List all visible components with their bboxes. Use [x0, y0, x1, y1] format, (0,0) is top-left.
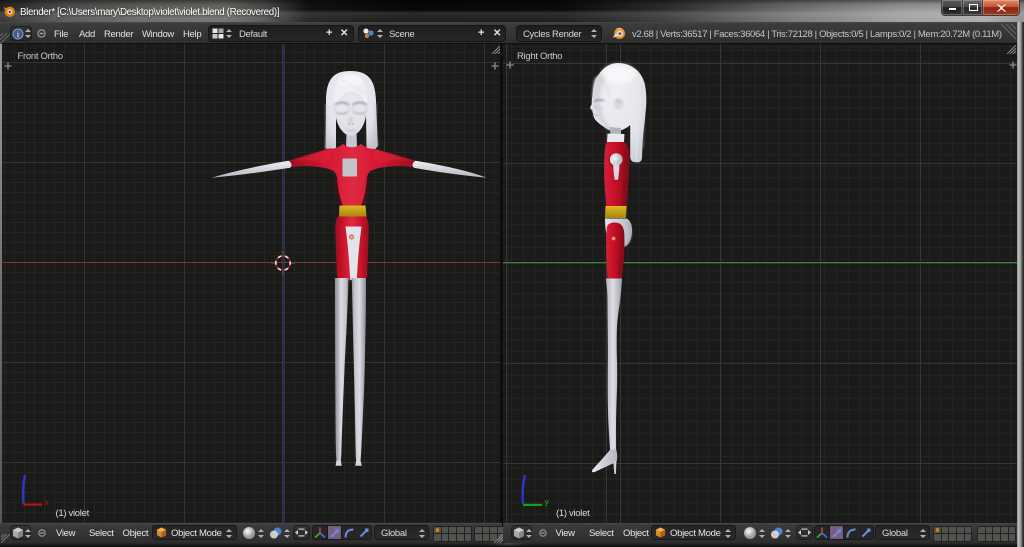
svg-text:y: y — [545, 497, 550, 507]
svg-text:x: x — [45, 497, 50, 507]
